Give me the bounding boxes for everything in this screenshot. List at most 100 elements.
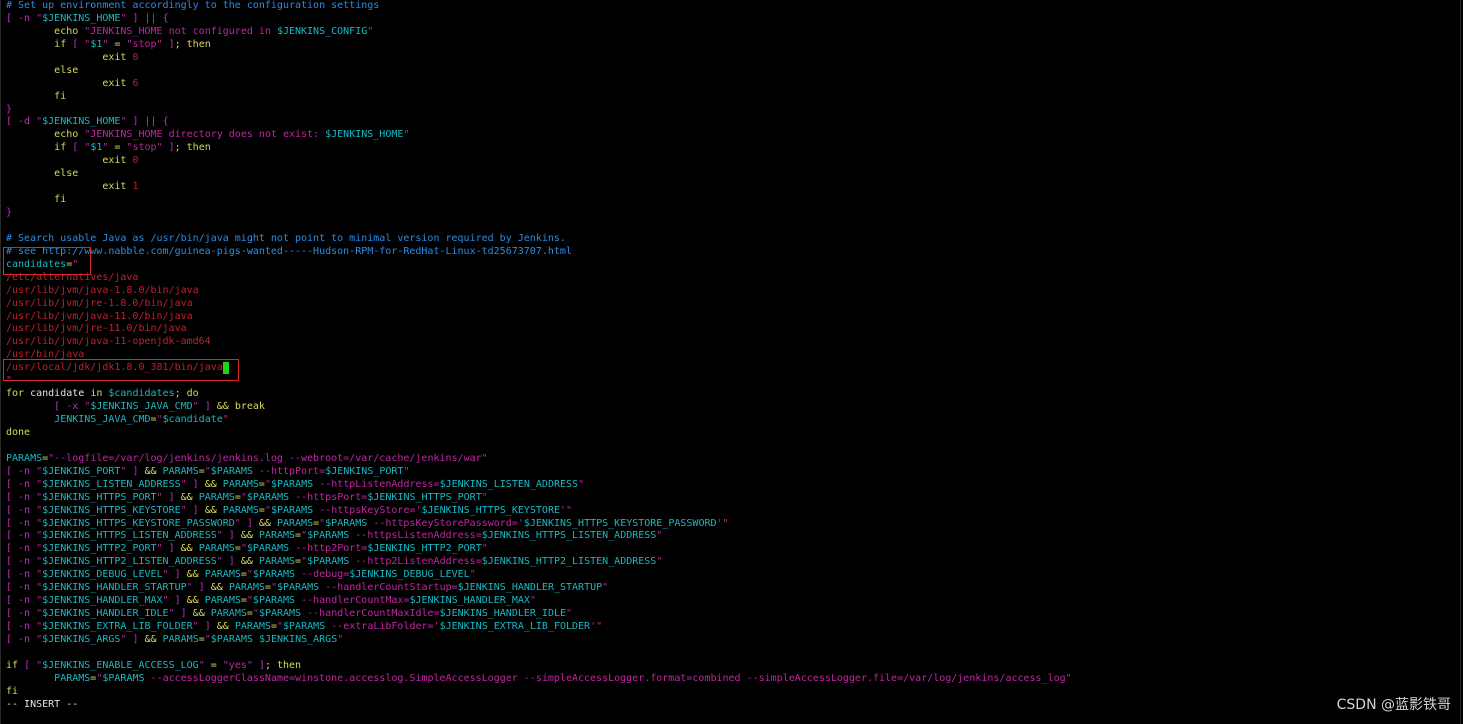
code-token: = bbox=[108, 142, 127, 154]
code-line: [ -n "$JENKINS_ARGS" ] && PARAMS="$PARAM… bbox=[6, 634, 1072, 647]
code-token: $JENKINS_HTTP2_PORT bbox=[367, 543, 482, 555]
code-token: if bbox=[6, 659, 25, 671]
code-line: fi bbox=[6, 686, 1072, 699]
code-token: else bbox=[54, 64, 79, 76]
code-line: candidates=" bbox=[6, 259, 1072, 272]
code-token: echo bbox=[54, 25, 85, 37]
code-token: --httpsKeyStorePassword=' bbox=[367, 517, 524, 529]
code-token: && bbox=[186, 608, 211, 620]
code-token: $JENKINS_LISTEN_ADDRESS bbox=[439, 478, 579, 490]
code-token: $JENKINS_HTTPS_KEYSTORE_PASSWORD bbox=[42, 517, 235, 529]
code-token: $JENKINS_HTTP2_PORT bbox=[42, 543, 157, 555]
code-token: PARAMS bbox=[228, 582, 265, 594]
code-token: $PARAMS bbox=[277, 582, 320, 594]
code-token: $PARAMS bbox=[325, 517, 368, 529]
code-token: done bbox=[6, 426, 31, 438]
code-line: -- INSERT -- bbox=[6, 699, 1072, 712]
code-token: $JENKINS_HTTPS_LISTEN_ADDRESS bbox=[42, 530, 217, 542]
code-token: 1 bbox=[132, 181, 139, 193]
code-token: $JENKINS_PORT bbox=[42, 465, 121, 477]
code-line: exit 0 bbox=[6, 52, 1072, 65]
code-token: --httpPort= bbox=[252, 465, 326, 477]
code-token: $JENKINS_HANDLER_IDLE bbox=[439, 608, 567, 620]
code-token: $JENKINS_HANDLER_MAX bbox=[42, 595, 163, 607]
code-line: # see http://www.nabble.com/guinea-pigs-… bbox=[6, 246, 1072, 259]
code-token: $JENKINS_HTTP2_LISTEN_ADDRESS bbox=[481, 556, 657, 568]
code-token: $PARAMS bbox=[252, 569, 296, 581]
code-token: --debug= bbox=[295, 569, 350, 581]
code-token: PARAMS bbox=[204, 595, 241, 607]
code-token: /usr/lib/jvm/jre-11.0/bin/java bbox=[6, 323, 187, 335]
code-token: --http2ListenAddress= bbox=[349, 556, 482, 568]
code-token: ] bbox=[162, 38, 175, 50]
code-token: fi bbox=[54, 194, 67, 206]
code-token: $PARAMS bbox=[307, 556, 350, 568]
code-token: 6 bbox=[132, 77, 139, 89]
code-token: fi bbox=[6, 685, 19, 697]
code-token: /usr/bin/java bbox=[6, 349, 85, 361]
code-token: " bbox=[469, 569, 476, 581]
code-token: echo bbox=[54, 129, 85, 141]
code-token: --extraLibFolder=' bbox=[325, 621, 440, 632]
code-token: " bbox=[656, 530, 663, 542]
code-token: $JENKINS_HTTPS_LISTEN_ADDRESS bbox=[481, 530, 657, 542]
code-token: && bbox=[198, 478, 223, 490]
code-line: [ -n "$JENKINS_DEBUG_LEVEL" ] && PARAMS=… bbox=[6, 569, 1072, 582]
code-token: -- INSERT -- bbox=[6, 698, 79, 710]
code-line: } bbox=[6, 104, 1072, 117]
text-cursor bbox=[222, 362, 229, 375]
code-token: --httpListenAddress= bbox=[313, 478, 440, 490]
code-token: ] bbox=[222, 530, 235, 542]
code-line: /etc/alternatives/java bbox=[6, 272, 1072, 285]
code-token: PARAMS bbox=[258, 530, 296, 542]
code-line: /usr/lib/jvm/java-1.8.0/bin/java bbox=[6, 285, 1072, 298]
code-line: if [ "$1" = "stop" ]; then bbox=[6, 142, 1072, 155]
code-token: exit bbox=[102, 51, 133, 63]
code-line: /usr/local/jdk/jdk1.8.0_381/bin/java bbox=[6, 362, 1072, 375]
code-token: && bbox=[234, 530, 259, 542]
code-line: echo "JENKINS_HOME directory does not ex… bbox=[6, 129, 1072, 142]
code-token: [ -n bbox=[6, 595, 37, 607]
code-token: [ bbox=[72, 142, 85, 154]
code-line: exit 6 bbox=[6, 78, 1072, 91]
code-line: " bbox=[6, 375, 1072, 388]
code-token: $candidate bbox=[162, 414, 223, 425]
code-token: $JENKINS_PORT bbox=[325, 465, 404, 477]
code-token: $PARAMS bbox=[246, 543, 290, 555]
code-token: $JENKINS_ARGS bbox=[42, 633, 121, 645]
editor-text-buffer[interactable]: # Set up environment accordingly to the … bbox=[6, 0, 1072, 712]
code-token: '" bbox=[716, 517, 729, 529]
code-token: " bbox=[578, 478, 585, 490]
vim-editor-terminal[interactable]: # Set up environment accordingly to the … bbox=[0, 0, 1461, 724]
code-token: exit bbox=[102, 181, 133, 193]
code-token: PARAMS bbox=[162, 633, 199, 645]
code-token: $JENKINS_HTTPS_KEYSTORE bbox=[42, 504, 181, 516]
code-line: PARAMS="$PARAMS --accessLoggerClassName=… bbox=[6, 673, 1072, 686]
code-line: /usr/bin/java bbox=[6, 349, 1072, 362]
code-token: $JENKINS_LISTEN_ADDRESS bbox=[42, 478, 181, 490]
code-token: ] bbox=[162, 543, 175, 555]
code-token: $PARAMS bbox=[270, 504, 314, 516]
code-token: && bbox=[198, 504, 223, 516]
code-token: [ -n bbox=[6, 491, 37, 503]
code-token: $JENKINS_HOME bbox=[42, 116, 121, 128]
code-token: " bbox=[481, 491, 488, 503]
code-token: 0 bbox=[132, 51, 139, 63]
code-line: [ -n "$JENKINS_HTTP2_PORT" ] && PARAMS="… bbox=[6, 543, 1072, 556]
code-token: " bbox=[529, 595, 536, 607]
code-token: ; then bbox=[174, 38, 211, 50]
code-token: [ -n bbox=[6, 517, 37, 529]
code-token: $JENKINS_DEBUG_LEVEL bbox=[42, 569, 163, 581]
code-line: [ -n "$JENKINS_HTTP2_LISTEN_ADDRESS" ] &… bbox=[6, 556, 1072, 569]
code-token: $JENKINS_JAVA_CMD bbox=[90, 401, 193, 413]
code-token: $JENKINS_EXTRA_LIB_FOLDER bbox=[42, 621, 193, 632]
code-token: [ -n bbox=[6, 582, 37, 594]
code-token: " bbox=[656, 556, 663, 568]
code-token: && bbox=[174, 491, 199, 503]
code-token: && bbox=[204, 582, 229, 594]
code-token: [ -n bbox=[6, 504, 37, 516]
